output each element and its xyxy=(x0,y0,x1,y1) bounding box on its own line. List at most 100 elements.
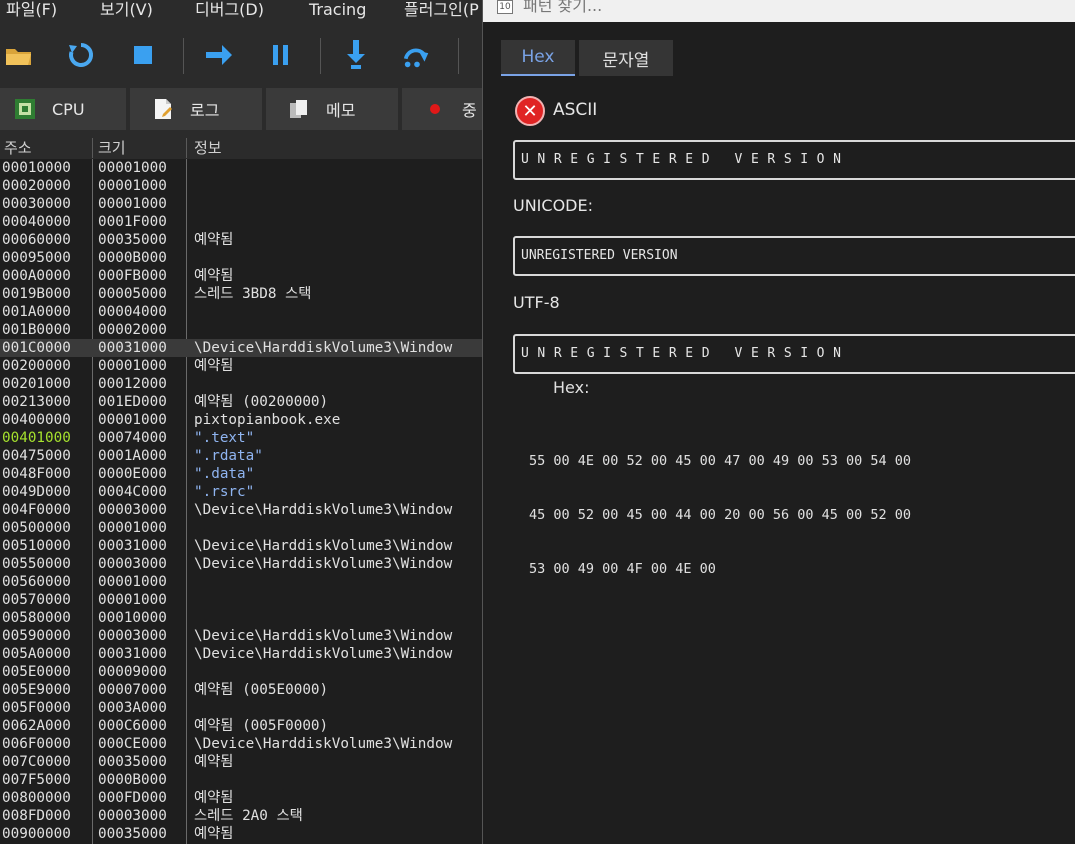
menu-debug[interactable]: 디버그(D) xyxy=(195,0,264,20)
cell-size: 0004C000 xyxy=(98,484,167,500)
table-row[interactable]: 00060000 00035000 예약됨 xyxy=(0,231,482,249)
cell-size: 000CE000 xyxy=(98,736,167,752)
utf8-input[interactable]: UNREGISTERED VERSION xyxy=(513,334,1075,374)
cell-size: 00004000 xyxy=(98,304,167,320)
table-row[interactable]: 001C0000 00031000 \Device\HarddiskVolume3\… xyxy=(0,339,482,357)
menu-tracing[interactable]: Tracing xyxy=(309,0,366,20)
notes-icon xyxy=(288,98,310,120)
cell-size: 0000E000 xyxy=(98,466,167,482)
find-pattern-dialog: 10 패턴 찾기... Hex 문자열 ✕ ASCII UNREGISTERED… xyxy=(482,0,1075,844)
breakpoint-icon xyxy=(424,98,446,120)
table-row[interactable]: 00040000 0001F000 xyxy=(0,213,482,231)
table-row[interactable]: 00010000 00001000 xyxy=(0,159,482,177)
step-into-icon[interactable] xyxy=(341,40,371,69)
cell-address: 006F0000 xyxy=(2,736,71,752)
cell-size: 00001000 xyxy=(98,574,167,590)
cell-address: 001A0000 xyxy=(2,304,71,320)
table-row[interactable]: 006F0000 000CE000 \Device\HarddiskVolume3\… xyxy=(0,735,482,753)
debugger-main-window: 파일(F) 보기(V) 디버그(D) Tracing 플러그인(P CPU 로그… xyxy=(0,0,482,844)
table-row[interactable]: 00560000 00001000 xyxy=(0,573,482,591)
stop-icon[interactable] xyxy=(128,42,158,68)
main-tab-bar: CPU 로그 메모 중 xyxy=(0,88,482,132)
table-row[interactable]: 000A0000 000FB000 예약됨 xyxy=(0,267,482,285)
unicode-input[interactable]: UNREGISTERED VERSION xyxy=(513,236,1075,276)
run-icon[interactable] xyxy=(204,42,234,68)
cell-address: 000A0000 xyxy=(2,268,71,284)
hex-input[interactable]: 55 00 4E 00 52 00 45 00 47 00 49 00 53 0… xyxy=(529,416,911,614)
table-row[interactable]: 007C0000 00035000 예약됨 xyxy=(0,753,482,771)
cell-address: 007F5000 xyxy=(2,772,71,788)
menu-file[interactable]: 파일(F) xyxy=(6,0,57,20)
table-row[interactable]: 00510000 00031000 \Device\HarddiskVolume3\… xyxy=(0,537,482,555)
error-icon: ✕ xyxy=(515,96,545,126)
table-row[interactable]: 00900000 00035000 예약됨 xyxy=(0,825,482,843)
step-over-icon[interactable] xyxy=(402,42,432,68)
table-row[interactable]: 004F0000 00003000 \Device\HarddiskVolume3\… xyxy=(0,501,482,519)
cell-address: 00475000 xyxy=(2,448,71,464)
column-divider[interactable] xyxy=(186,138,187,158)
tab-strings[interactable]: 문자열 xyxy=(579,40,673,76)
table-row[interactable]: 00213000 001ED000 예약됨 (00200000) xyxy=(0,393,482,411)
cell-size: 00035000 xyxy=(98,754,167,770)
menu-view[interactable]: 보기(V) xyxy=(100,0,153,20)
cell-address: 00570000 xyxy=(2,592,71,608)
cell-size: 00074000 xyxy=(98,430,167,446)
table-row[interactable]: 005E9000 00007000 예약됨 (005E0000) xyxy=(0,681,482,699)
table-row[interactable]: 001A0000 00004000 xyxy=(0,303,482,321)
column-header-address[interactable]: 주소 xyxy=(4,138,32,158)
table-row[interactable]: 00580000 00010000 xyxy=(0,609,482,627)
table-row[interactable]: 00095000 0000B000 xyxy=(0,249,482,267)
cpu-icon xyxy=(14,98,36,120)
table-row[interactable]: 00030000 00001000 xyxy=(0,195,482,213)
cell-size: 00007000 xyxy=(98,682,167,698)
table-row[interactable]: 00400000 00001000 pixtopianbook.exe xyxy=(0,411,482,429)
tab-cpu[interactable]: CPU xyxy=(0,88,126,130)
table-row[interactable]: 001B0000 00002000 xyxy=(0,321,482,339)
cell-size: 00003000 xyxy=(98,808,167,824)
cell-size: 00009000 xyxy=(98,664,167,680)
table-row[interactable]: 00500000 00001000 xyxy=(0,519,482,537)
table-row[interactable]: 008FD000 00003000 스레드 2A0 스택 xyxy=(0,807,482,825)
open-folder-icon[interactable] xyxy=(4,42,34,68)
memory-map-table[interactable]: 00010000 00001000 00020000 00001000 00030000… xyxy=(0,159,482,844)
menu-plugins[interactable]: 플러그인(P xyxy=(404,0,479,20)
cell-size: 0001A000 xyxy=(98,448,167,464)
table-row[interactable]: 0049D000 0004C000 ".rsrc" xyxy=(0,483,482,501)
pause-icon[interactable] xyxy=(266,42,296,68)
table-row[interactable]: 00401000 00074000 ".text" xyxy=(0,429,482,447)
cell-info: \Device\HarddiskVolume3\Window xyxy=(194,736,453,752)
table-row[interactable]: 00201000 00012000 xyxy=(0,375,482,393)
table-row[interactable]: 00475000 0001A000 ".rdata" xyxy=(0,447,482,465)
table-row[interactable]: 0062A000 000C6000 예약됨 (005F0000) xyxy=(0,717,482,735)
tab-hex[interactable]: Hex xyxy=(501,40,575,76)
table-row[interactable]: 00200000 00001000 예약됨 xyxy=(0,357,482,375)
ascii-input[interactable]: UNREGISTERED VERSION xyxy=(513,140,1075,180)
table-row[interactable]: 005A0000 00031000 \Device\HarddiskVolume3\… xyxy=(0,645,482,663)
dialog-title-bar[interactable]: 10 패턴 찾기... xyxy=(483,0,1075,22)
toolbar-separator xyxy=(183,38,184,74)
cell-info: 예약됨 xyxy=(194,232,234,248)
restart-icon[interactable] xyxy=(66,42,96,68)
table-row[interactable]: 00020000 00001000 xyxy=(0,177,482,195)
column-divider[interactable] xyxy=(92,138,93,158)
table-row[interactable]: 00570000 00001000 xyxy=(0,591,482,609)
tab-notes[interactable]: 메모 xyxy=(266,88,398,130)
tab-log[interactable]: 로그 xyxy=(130,88,262,130)
table-row[interactable]: 0048F000 0000E000 ".data" xyxy=(0,465,482,483)
table-row[interactable]: 00550000 00003000 \Device\HarddiskVolume3\… xyxy=(0,555,482,573)
cell-info: 예약됨 (00200000) xyxy=(194,394,329,410)
cell-address: 00401000 xyxy=(2,430,71,446)
column-header-size[interactable]: 크기 xyxy=(98,138,126,158)
column-header-info[interactable]: 정보 xyxy=(194,138,222,158)
cell-size: 0000B000 xyxy=(98,250,167,266)
table-row[interactable]: 007F5000 0000B000 xyxy=(0,771,482,789)
tab-breakpoints[interactable]: 중 xyxy=(402,88,482,130)
table-row[interactable]: 0019B000 00005000 스레드 3BD8 스택 xyxy=(0,285,482,303)
table-row[interactable]: 005E0000 00009000 xyxy=(0,663,482,681)
table-row[interactable]: 00590000 00003000 \Device\HarddiskVolume3\… xyxy=(0,627,482,645)
table-row[interactable]: 00800000 000FD000 예약됨 xyxy=(0,789,482,807)
cell-size: 000FD000 xyxy=(98,790,167,806)
cell-size: 00003000 xyxy=(98,502,167,518)
table-row[interactable]: 005F0000 0003A000 xyxy=(0,699,482,717)
cell-size: 00001000 xyxy=(98,592,167,608)
